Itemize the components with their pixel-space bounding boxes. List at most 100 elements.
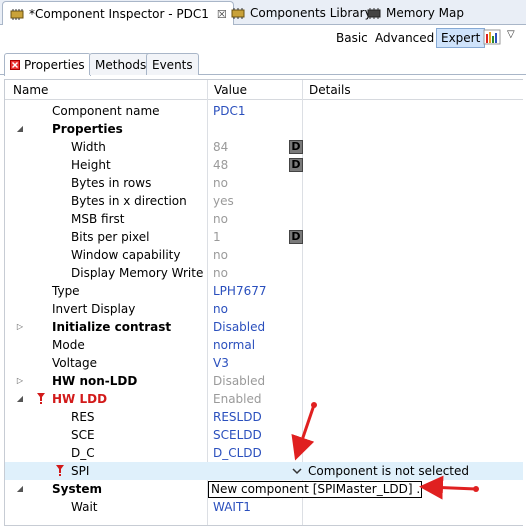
- row-value[interactable]: no: [213, 174, 228, 192]
- row-value[interactable]: yes: [213, 192, 234, 210]
- properties-icon: [10, 60, 20, 70]
- row-value[interactable]: WAIT1: [213, 498, 251, 516]
- table-row[interactable]: ◢ HW LDD Enabled: [5, 390, 523, 408]
- table-row[interactable]: Bytes in rows no: [5, 174, 523, 192]
- row-name: Type: [52, 284, 80, 298]
- row-name: Window capability: [71, 248, 181, 262]
- row-value[interactable]: no: [213, 300, 228, 318]
- advanced-mode-button[interactable]: Advanced: [371, 28, 438, 48]
- expand-icon[interactable]: ▷: [15, 318, 25, 336]
- row-value[interactable]: 48: [213, 156, 228, 174]
- table-row[interactable]: Bytes in x direction yes: [5, 192, 523, 210]
- tab-label: Properties: [24, 58, 85, 72]
- row-name: Component name: [52, 104, 160, 118]
- row-name: Width: [71, 140, 106, 154]
- row-name: MSB first: [71, 212, 125, 226]
- row-details: Component is not selected: [308, 464, 470, 478]
- collapse-icon[interactable]: ◢: [15, 390, 25, 408]
- collapse-icon[interactable]: ◢: [15, 480, 25, 498]
- derived-value-button[interactable]: D: [289, 158, 303, 172]
- tab-label: Components Library: [250, 6, 372, 20]
- derived-value-button[interactable]: D: [289, 230, 303, 244]
- row-name: RES: [71, 410, 95, 424]
- table-row[interactable]: Invert Display no: [5, 300, 523, 318]
- table-row[interactable]: ▷ HW non-LDD Disabled: [5, 372, 523, 390]
- row-value[interactable]: no: [213, 246, 228, 264]
- row-name: Wait: [71, 500, 98, 514]
- row-value[interactable]: Disabled: [213, 372, 265, 390]
- table-row-selected[interactable]: SPI Component is not selected: [5, 462, 523, 480]
- row-value[interactable]: SCELDD: [213, 426, 262, 444]
- row-name: System: [52, 482, 102, 496]
- row-value[interactable]: 1: [213, 228, 221, 246]
- table-row[interactable]: ◢ Properties: [5, 120, 523, 138]
- tab-methods[interactable]: Methods: [89, 53, 153, 75]
- table-row[interactable]: D_C D_CLDD: [5, 444, 523, 462]
- dropdown-chevron-icon[interactable]: [292, 463, 302, 479]
- expert-mode-button[interactable]: Expert: [436, 28, 486, 48]
- column-name-header[interactable]: Name: [8, 80, 48, 100]
- view-menu-icon[interactable]: ▽: [507, 29, 515, 40]
- column-details-header[interactable]: Details: [304, 80, 351, 100]
- table-row[interactable]: Window capability no: [5, 246, 523, 264]
- tab-label: Memory Map: [386, 6, 464, 20]
- row-name: HW LDD: [52, 392, 108, 406]
- error-icon: [37, 393, 45, 404]
- row-value[interactable]: RESLDD: [213, 408, 262, 426]
- table-header: Name Value Details: [5, 80, 523, 100]
- row-value[interactable]: Disabled: [213, 318, 265, 336]
- dropdown-option[interactable]: New component [SPIMaster_LDD] ...: [208, 481, 422, 498]
- row-value[interactable]: V3: [213, 354, 229, 372]
- row-name: Initialize contrast: [52, 320, 172, 334]
- table-row[interactable]: Type LPH7677: [5, 282, 523, 300]
- table-row[interactable]: ▷ Initialize contrast Disabled: [5, 318, 523, 336]
- derived-value-button[interactable]: D: [289, 140, 303, 154]
- row-name: Bits per pixel: [71, 230, 150, 244]
- view-mode-toolbar: Basic Advanced Expert ▽: [0, 25, 526, 51]
- tab-memory-map[interactable]: Memory Map: [360, 1, 470, 25]
- editor-tab-strip: *Component Inspector - PDC1 ☒ Components…: [0, 0, 526, 26]
- row-value[interactable]: D_CLDD: [213, 444, 262, 462]
- row-name: Mode: [52, 338, 85, 352]
- table-row[interactable]: Width 84 D: [5, 138, 523, 156]
- tab-properties[interactable]: Properties: [4, 53, 91, 76]
- expand-icon[interactable]: ▷: [15, 372, 25, 390]
- row-name: Bytes in x direction: [71, 194, 187, 208]
- tab-label: *Component Inspector - PDC1: [29, 7, 209, 21]
- collapse-icon[interactable]: ◢: [15, 120, 25, 138]
- component-inspector-icon: [9, 7, 25, 21]
- tab-component-inspector[interactable]: *Component Inspector - PDC1 ☒: [2, 1, 234, 26]
- column-value-header[interactable]: Value: [209, 80, 247, 100]
- row-name: Invert Display: [52, 302, 136, 316]
- table-row[interactable]: Mode normal: [5, 336, 523, 354]
- basic-mode-button[interactable]: Basic: [332, 28, 372, 48]
- table-row[interactable]: Wait WAIT1: [5, 498, 523, 516]
- row-value[interactable]: no: [213, 264, 228, 282]
- table-row[interactable]: RES RESLDD: [5, 408, 523, 426]
- table-row[interactable]: MSB first no: [5, 210, 523, 228]
- row-value[interactable]: 84: [213, 138, 228, 156]
- row-value[interactable]: Enabled: [213, 390, 262, 408]
- row-name: Properties: [52, 122, 123, 136]
- row-value[interactable]: normal: [213, 336, 255, 354]
- tab-components-library[interactable]: Components Library: [224, 1, 378, 25]
- tab-events[interactable]: Events: [146, 53, 199, 75]
- chart-icon[interactable]: [483, 29, 501, 45]
- row-value[interactable]: PDC1: [213, 102, 246, 120]
- table-row[interactable]: Display Memory Write no: [5, 264, 523, 282]
- row-name: HW non-LDD: [52, 374, 138, 388]
- row-value[interactable]: no: [213, 210, 228, 228]
- table-row[interactable]: Voltage V3: [5, 354, 523, 372]
- row-name: Voltage: [52, 356, 98, 370]
- row-value[interactable]: LPH7677: [213, 282, 266, 300]
- tab-label: Events: [152, 57, 193, 72]
- table-row[interactable]: Height 48 D: [5, 156, 523, 174]
- row-name: Height: [71, 158, 111, 172]
- memory-map-icon: [366, 6, 382, 20]
- properties-table: Name Value Details Component name PDC1 ◢…: [4, 79, 523, 526]
- table-row[interactable]: Bits per pixel 1 D: [5, 228, 523, 246]
- table-row[interactable]: Component name PDC1: [5, 102, 523, 120]
- components-library-icon: [230, 6, 246, 20]
- error-icon: [56, 465, 64, 476]
- table-row[interactable]: SCE SCELDD: [5, 426, 523, 444]
